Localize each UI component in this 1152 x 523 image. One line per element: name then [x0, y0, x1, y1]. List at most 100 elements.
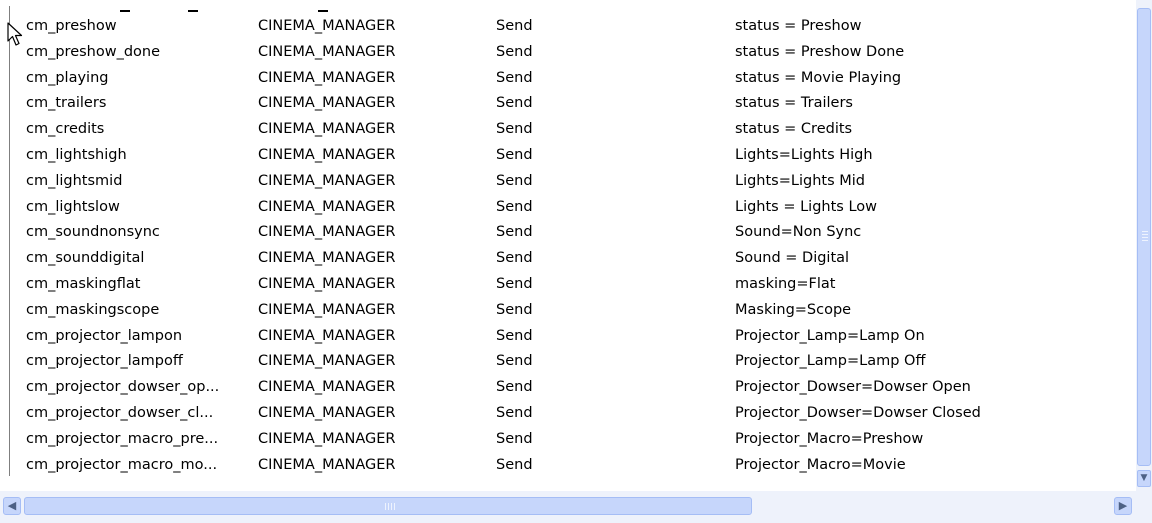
row-device-cell: CINEMA_MANAGER	[258, 456, 396, 473]
grip-icon	[391, 503, 392, 510]
row-action-cell: Send	[496, 198, 533, 215]
table-row[interactable]: cm_projector_macro_pre... CINEMA_MANAGER S…	[0, 427, 1136, 453]
table-row[interactable]: cm_projector_dowser_op... CINEMA_MANAGER S…	[0, 375, 1136, 401]
mouse-pointer-icon	[7, 22, 23, 46]
arrow-right-icon: ▶	[1118, 499, 1128, 512]
row-name-cell: cm_projector_dowser_cl...	[26, 404, 214, 421]
grip-icon	[1142, 234, 1148, 235]
table-row[interactable]: cm_playing CINEMA_MANAGER Send status = Mov…	[0, 66, 1136, 92]
table-row[interactable]: cm_lightslow CINEMA_MANAGER Send Lights = L…	[0, 195, 1136, 221]
row-device-cell: CINEMA_MANAGER	[258, 353, 396, 370]
row-device-cell: CINEMA_MANAGER	[258, 172, 396, 189]
row-value-cell: status = Credits	[735, 121, 853, 138]
horizontal-scrollbar[interactable]: ◀ ▶	[0, 491, 1152, 523]
row-value-cell: Projector_Macro=Preshow	[735, 430, 924, 447]
table-row[interactable]: cm_credits CINEMA_MANAGER Send status = Cre…	[0, 117, 1136, 143]
scroll-left-button[interactable]: ◀	[3, 497, 21, 515]
arrow-down-icon: ▼	[1140, 473, 1148, 483]
row-name-cell: cm_projector_macro_pre...	[26, 430, 219, 447]
row-name-cell: cm_projector_macro_mo...	[26, 456, 218, 473]
table-row[interactable]: cm_lightsmid CINEMA_MANAGER Send Lights=Lig…	[0, 169, 1136, 195]
row-value-cell: Projector_Macro=Movie	[735, 456, 906, 473]
row-device-cell: CINEMA_MANAGER	[258, 327, 396, 344]
row-device-cell: CINEMA_MANAGER	[258, 224, 396, 241]
row-action-cell: Send	[496, 250, 533, 267]
table-row[interactable]: cm_projector_dowser_cl... CINEMA_MANAGER S…	[0, 401, 1136, 427]
table-row[interactable]: cm_trailers CINEMA_MANAGER Send status = Tr…	[0, 91, 1136, 117]
row-name-cell: cm_maskingflat	[26, 275, 141, 292]
arrow-left-icon: ◀	[7, 499, 17, 512]
row-action-cell: Send	[496, 146, 533, 163]
table-row[interactable]: cm_projector_macro_mo... CINEMA_MANAGER Se…	[0, 453, 1136, 479]
row-value-cell: status = Preshow	[735, 18, 862, 34]
table-row[interactable]: cm_maskingflat CINEMA_MANAGER Send masking=…	[0, 272, 1136, 298]
table-row[interactable]: cm_projector_lampoff CINEMA_MANAGER Send Pr…	[0, 349, 1136, 375]
row-name-cell: cm_projector_lampoff	[26, 353, 183, 370]
row-action-cell: Send	[496, 275, 533, 292]
table-row[interactable]: cm_preshow_done CINEMA_MANAGER Send status …	[0, 40, 1136, 66]
row-value-cell: Projector_Dowser=Dowser Open	[735, 379, 971, 396]
table-row[interactable]: cm_projector_lampon CINEMA_MANAGER Send Pro…	[0, 324, 1136, 350]
column-header-remnants	[0, 0, 1136, 14]
row-name-cell: cm_trailers	[26, 95, 107, 112]
table-row[interactable]: cm_maskingscope CINEMA_MANAGER Send Masking…	[0, 298, 1136, 324]
row-device-cell: CINEMA_MANAGER	[258, 69, 396, 86]
row-device-cell: CINEMA_MANAGER	[258, 404, 396, 421]
grip-icon	[388, 503, 389, 510]
row-action-cell: Send	[496, 301, 533, 318]
row-value-cell: Lights=Lights Mid	[735, 172, 865, 189]
row-action-cell: Send	[496, 456, 533, 473]
scroll-down-button[interactable]: ▼	[1137, 470, 1151, 487]
scroll-right-button[interactable]: ▶	[1114, 497, 1132, 515]
row-name-cell: cm_playing	[26, 69, 109, 86]
row-device-cell: CINEMA_MANAGER	[258, 275, 396, 292]
row-device-cell: CINEMA_MANAGER	[258, 95, 396, 112]
row-name-cell: cm_credits	[26, 121, 105, 138]
row-action-cell: Send	[496, 327, 533, 344]
table-row[interactable]: cm_preshow CINEMA_MANAGER Send status = Pre…	[0, 14, 1136, 40]
row-name-cell: cm_projector_dowser_op...	[26, 379, 220, 396]
header-stub	[318, 10, 328, 12]
row-value-cell: Lights = Lights Low	[735, 198, 878, 215]
row-device-cell: CINEMA_MANAGER	[258, 121, 396, 138]
row-device-cell: CINEMA_MANAGER	[258, 430, 396, 447]
row-device-cell: CINEMA_MANAGER	[258, 146, 396, 163]
row-value-cell: Sound = Digital	[735, 250, 850, 267]
row-device-cell: CINEMA_MANAGER	[258, 198, 396, 215]
vertical-scrollbar[interactable]: ▼	[1136, 0, 1152, 488]
row-action-cell: Send	[496, 224, 533, 241]
header-stub	[120, 10, 130, 12]
row-action-cell: Send	[496, 18, 533, 34]
row-action-cell: Send	[496, 95, 533, 112]
scrollbar-corner	[1136, 488, 1152, 523]
table-row[interactable]: cm_soundnonsync CINEMA_MANAGER Send Sound=N…	[0, 220, 1136, 246]
row-name-cell: cm_lightsmid	[26, 172, 123, 189]
table-row[interactable]: cm_lightshigh CINEMA_MANAGER Send Lights=Li…	[0, 143, 1136, 169]
row-name-cell: cm_preshow	[26, 18, 117, 34]
row-value-cell: Projector_Lamp=Lamp On	[735, 327, 925, 344]
row-device-cell: CINEMA_MANAGER	[258, 43, 396, 60]
row-value-cell: Masking=Scope	[735, 301, 852, 318]
row-value-cell: Projector_Dowser=Dowser Closed	[735, 404, 981, 421]
row-action-cell: Send	[496, 69, 533, 86]
row-name-cell: cm_lightslow	[26, 198, 120, 215]
row-value-cell: Projector_Lamp=Lamp Off	[735, 353, 926, 370]
row-action-cell: Send	[496, 121, 533, 138]
row-name-cell: cm_soundnonsync	[26, 224, 160, 241]
table-row[interactable]: cm_sounddigital CINEMA_MANAGER Send Sound =…	[0, 246, 1136, 272]
event-rows: cm_preshow CINEMA_MANAGER Send status = Pre…	[0, 14, 1136, 478]
grip-icon	[394, 503, 395, 510]
row-device-cell: CINEMA_MANAGER	[258, 18, 396, 34]
row-value-cell: Lights=Lights High	[735, 146, 873, 163]
horizontal-scroll-thumb[interactable]	[24, 497, 752, 515]
row-name-cell: cm_lightshigh	[26, 146, 127, 163]
row-action-cell: Send	[496, 43, 533, 60]
vertical-scroll-thumb[interactable]	[1137, 8, 1151, 466]
row-action-cell: Send	[496, 430, 533, 447]
row-value-cell: Sound=Non Sync	[735, 224, 862, 241]
row-action-cell: Send	[496, 353, 533, 370]
grip-icon	[1142, 237, 1148, 238]
event-list[interactable]: cm_preshow CINEMA_MANAGER Send status = Pre…	[0, 0, 1136, 488]
row-name-cell: cm_sounddigital	[26, 250, 145, 267]
row-value-cell: status = Trailers	[735, 95, 853, 112]
